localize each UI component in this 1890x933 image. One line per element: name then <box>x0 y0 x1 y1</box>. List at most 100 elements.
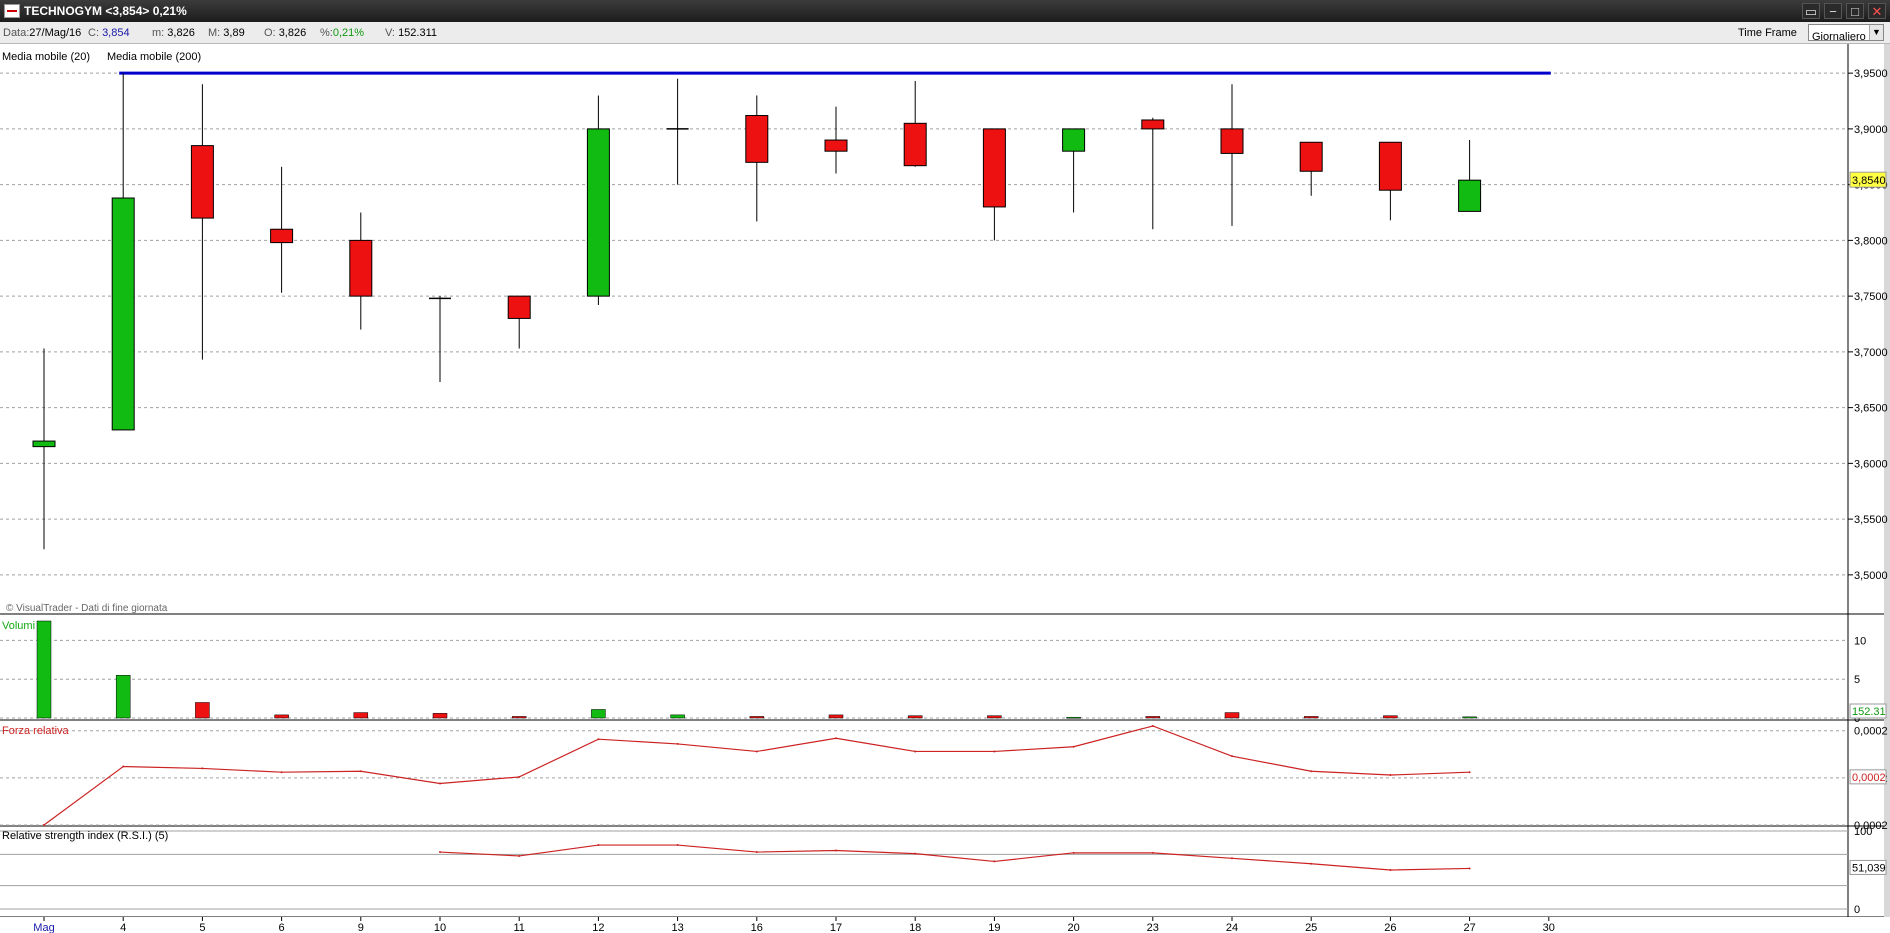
info-pct-label: %: <box>320 27 333 39</box>
candle[interactable] <box>824 106 848 174</box>
relstrength-point <box>1310 770 1313 773</box>
candle-body-down <box>982 128 1006 208</box>
volume-bar[interactable] <box>36 620 52 719</box>
candle[interactable] <box>1299 141 1323 196</box>
app-chart-icon <box>4 4 20 18</box>
candle[interactable] <box>1378 141 1402 221</box>
candle[interactable] <box>507 295 531 349</box>
price-tick-label: 3,9500 <box>1854 68 1888 80</box>
volume-bar[interactable] <box>511 716 527 719</box>
candle-body-up <box>111 197 135 431</box>
volume-bar[interactable] <box>353 712 369 719</box>
volume-bar[interactable] <box>115 675 131 719</box>
minimize-icon[interactable]: − <box>1824 3 1842 19</box>
candle[interactable] <box>429 296 451 382</box>
x-tick-label: 13 <box>671 922 683 933</box>
candle[interactable] <box>1141 117 1165 230</box>
info-close-label: C: <box>88 27 99 39</box>
relstrength-point <box>1231 755 1233 758</box>
timeframe-value: Giornaliero <box>1812 31 1866 43</box>
info-min-value: 3,826 <box>167 27 195 39</box>
chevron-down-icon[interactable]: ▼ <box>1869 25 1883 40</box>
candle[interactable] <box>666 78 689 185</box>
timeframe-select[interactable]: Giornaliero ▼ <box>1808 24 1884 43</box>
volume-bar[interactable] <box>987 715 1002 719</box>
x-tick-label: 10 <box>434 922 446 933</box>
volume-bar[interactable] <box>432 713 448 719</box>
volume-bar[interactable] <box>749 716 765 719</box>
x-tick-label: 23 <box>1147 922 1159 933</box>
relstrength-line[interactable] <box>43 725 1470 826</box>
restore-alt-icon[interactable]: ▭ <box>1802 3 1820 19</box>
candle[interactable] <box>982 128 1006 241</box>
candle[interactable] <box>270 166 294 293</box>
info-min: m: 3,826 <box>152 27 195 39</box>
info-close: C: 3,854 <box>88 27 130 39</box>
volume-panel-title: Volumi <box>2 620 36 632</box>
volume-bar[interactable] <box>1224 712 1240 719</box>
rsi-point <box>1389 869 1392 871</box>
volume-bar[interactable] <box>1383 715 1398 719</box>
x-tick-label: 5 <box>199 922 205 933</box>
rsi-point <box>1151 851 1154 854</box>
x-tick-label: 26 <box>1384 922 1396 933</box>
volume-last-label: 152.31 <box>1852 706 1886 718</box>
volume-bar[interactable] <box>1145 716 1161 719</box>
candle[interactable] <box>1220 84 1244 226</box>
watermark: © VisualTrader - Dati di fine giornata <box>6 603 168 614</box>
candle[interactable] <box>745 95 769 222</box>
volume-bar[interactable] <box>670 714 685 719</box>
volume-bar[interactable] <box>195 702 210 719</box>
price-tick-label: 3,9000 <box>1854 124 1888 136</box>
candle[interactable] <box>586 95 610 306</box>
volume-bar[interactable] <box>828 714 844 719</box>
volume-bar[interactable] <box>1462 716 1477 719</box>
x-tick-label: 9 <box>358 922 364 933</box>
info-bar: Data:27/Mag/16 C: 3,854 m: 3,826 M: 3,89… <box>0 22 1890 44</box>
volume-bar[interactable] <box>1303 716 1319 719</box>
rsi-point <box>518 854 521 857</box>
x-tick-label: 25 <box>1305 922 1317 933</box>
info-date-value: 27/Mag/16 <box>29 27 82 39</box>
indicator-ma20-label[interactable]: Media mobile (20) <box>2 51 90 63</box>
relstrength-point <box>439 782 441 785</box>
rsi-point <box>755 851 758 854</box>
candle[interactable] <box>190 84 214 360</box>
candle[interactable] <box>1458 140 1482 212</box>
relstrength-point <box>835 737 837 740</box>
price-tick-label: 3,5500 <box>1854 514 1888 526</box>
info-max-label: M: <box>208 27 221 39</box>
timeframe-label: Time Frame <box>1738 27 1797 39</box>
rsi-point <box>597 844 600 847</box>
volume-bar[interactable] <box>1066 716 1081 719</box>
candle[interactable] <box>111 73 135 431</box>
x-tick-label: Mag <box>33 922 54 933</box>
relstrength-point <box>1151 725 1154 727</box>
candle[interactable] <box>349 212 373 330</box>
volume-bar[interactable] <box>907 715 923 719</box>
volume-bar[interactable] <box>274 714 289 719</box>
rsi-point <box>1468 867 1471 870</box>
x-tick-label: 12 <box>592 922 604 933</box>
chart-area[interactable]: 3,5000 3,5500 3,6000 3,6500 3,7000 3,7500 3,80… <box>0 44 1890 933</box>
indicator-ma200-label[interactable]: Media mobile (200) <box>107 51 201 63</box>
price-tick-label: 3,6500 <box>1854 403 1888 415</box>
candle[interactable] <box>903 80 927 167</box>
price-tick-label: 3,7500 <box>1854 291 1888 303</box>
volume-bar[interactable] <box>591 709 606 719</box>
relative-strength-panel-title: Forza relativa <box>2 725 69 737</box>
info-pct-value: 0,21% <box>332 27 365 39</box>
rsi-line[interactable] <box>439 844 1470 871</box>
x-tick-label: 11 <box>513 922 524 933</box>
relstrength-point <box>201 767 204 770</box>
x-tick-label: 30 <box>1543 922 1555 933</box>
candle[interactable] <box>1062 128 1086 213</box>
close-icon[interactable]: ✕ <box>1868 3 1886 19</box>
rsi-tick-label: 100 <box>1854 826 1872 838</box>
maximize-icon[interactable]: □ <box>1846 3 1864 19</box>
relstrength-point <box>755 750 758 753</box>
relstrength-point <box>1389 774 1392 777</box>
price-tick-label: 3,8000 <box>1854 235 1888 247</box>
candle-body-down <box>903 122 927 167</box>
price-tick-label: 3,5000 <box>1854 570 1888 582</box>
